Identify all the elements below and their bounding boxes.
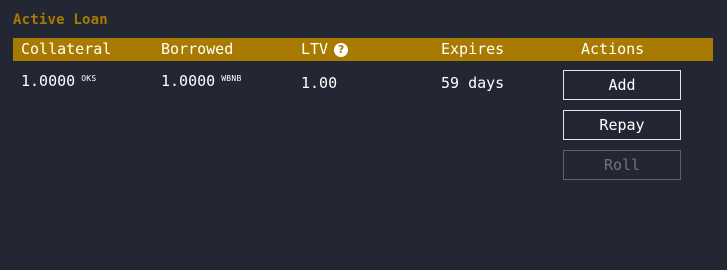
section-title: Active Loan [13, 12, 108, 28]
collateral-amount: 1.0000 [21, 72, 76, 90]
header-expires: Expires [441, 40, 505, 58]
collateral-cell: 1.0000 OKS [21, 72, 97, 90]
help-icon[interactable]: ? [334, 43, 349, 57]
collateral-token: OKS [81, 74, 97, 83]
borrowed-cell: 1.0000 WBNB [161, 72, 242, 90]
loan-table-header: Collateral Borrowed LTV? Expires Actions [13, 38, 713, 61]
roll-button[interactable]: Roll [563, 150, 681, 180]
repay-button[interactable]: Repay [563, 110, 681, 140]
expires-value: 59 days [441, 74, 505, 92]
header-actions: Actions [581, 40, 645, 58]
borrowed-token: WBNB [221, 74, 242, 83]
header-ltv: LTV? [301, 38, 349, 61]
header-ltv-label: LTV [301, 40, 329, 58]
borrowed-amount: 1.0000 [161, 72, 216, 90]
header-borrowed: Borrowed [161, 40, 234, 58]
header-collateral: Collateral [21, 40, 112, 58]
ltv-value: 1.00 [301, 74, 338, 92]
add-button[interactable]: Add [563, 70, 681, 100]
